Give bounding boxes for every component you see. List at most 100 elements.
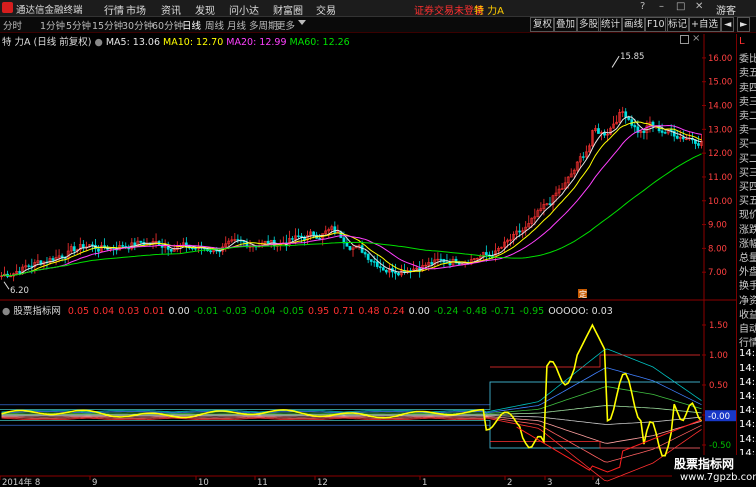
x-axis-label: 10 (198, 478, 209, 487)
side-panel-label[interactable]: 收益 (739, 306, 756, 321)
side-panel-label[interactable]: 换手 (739, 277, 756, 292)
side-panel-label[interactable]: 涨幅 (739, 235, 756, 250)
channel-line (0, 381, 700, 410)
price-tick-label: 9.00 (708, 221, 727, 231)
candle-body (360, 245, 364, 253)
side-panel-label[interactable]: 14:59 (739, 405, 756, 416)
candle-body (697, 143, 700, 146)
watermark-url: www.7gpzb.com (680, 472, 756, 483)
candle-body (363, 252, 367, 255)
candle-body (369, 259, 373, 262)
side-panel-label[interactable]: 买一 (739, 135, 756, 150)
side-panel-label[interactable]: 行情 (739, 334, 756, 349)
candle-body (72, 246, 76, 252)
ma60-line (1, 153, 702, 277)
candle-body (675, 135, 679, 139)
price-tick-label: 15.00 (708, 78, 732, 88)
candle-body (194, 248, 197, 250)
candle-body (121, 245, 125, 247)
x-axis-label: 3 (547, 478, 552, 487)
indicator-tick-label: 1.00 (709, 351, 728, 361)
candle-body (372, 261, 376, 263)
candle-body (133, 242, 137, 246)
side-panel-label[interactable]: 14:59 (739, 419, 756, 430)
watermark-title: 股票指标网 (674, 457, 735, 471)
oscillator-line (1, 323, 703, 457)
channel-line (0, 424, 700, 449)
indicator-tick-label: 0.50 (709, 381, 728, 391)
candle-body (439, 258, 443, 261)
candle-body (627, 116, 631, 120)
event-marker-label: 定 (579, 289, 587, 299)
candle-body (366, 253, 370, 260)
indicator-band-line (1, 367, 702, 414)
side-panel-label[interactable]: 买五 (739, 192, 756, 207)
candle-body (81, 244, 85, 248)
indicator-tick-label: -0.50 (709, 441, 731, 451)
candle-body (548, 203, 552, 205)
side-panel-label[interactable]: 委比 (739, 50, 756, 65)
quote-side-panel: L 委比 卖五 卖四 卖三 卖二 卖一 买一 买二 买三 买四 买五 现价 涨跌 涨幅 总量 外盘 换手 净资 收益自… (736, 34, 756, 487)
candle-body (209, 250, 212, 253)
candle-body (312, 231, 315, 236)
candle-body (397, 272, 400, 276)
side-panel-label[interactable]: 14:59 (739, 434, 756, 445)
side-panel-label[interactable]: 买二 (739, 150, 756, 165)
side-panel-label[interactable]: 买三 (739, 164, 756, 179)
candle-body (430, 262, 434, 265)
side-panel-label[interactable]: 卖五 (739, 64, 756, 79)
x-axis-label: 2014年 8 (2, 477, 40, 487)
ma5-line (1, 116, 702, 277)
high-price-label: 15.85 (620, 52, 644, 62)
side-panel-label[interactable]: 外盘 (739, 263, 756, 278)
x-axis-label: 12 (317, 478, 328, 487)
candle-body (394, 271, 397, 274)
candle-body (348, 246, 352, 250)
price-tick-label: 10.00 (708, 197, 732, 207)
x-axis-label: 4 (595, 478, 600, 487)
candle-body (681, 136, 685, 140)
side-panel-label[interactable]: 卖四 (739, 79, 756, 94)
current-value-label: -0.00 (708, 412, 730, 422)
high-pointer (611, 55, 620, 68)
ma10-line (1, 121, 702, 277)
price-tick-label: 14.00 (708, 102, 732, 112)
side-panel-label[interactable]: 14:59 (739, 348, 756, 359)
indicator-band-line (1, 416, 702, 463)
channel-line (0, 420, 700, 449)
candle-body (597, 128, 600, 134)
side-panel-label[interactable]: 买四 (739, 178, 756, 193)
candle-body (297, 235, 300, 237)
side-panel-label[interactable]: 卖二 (739, 107, 756, 122)
candle-body (291, 238, 294, 240)
price-tick-label: 7.00 (708, 268, 727, 278)
side-panel-label[interactable]: 现价 (739, 206, 756, 221)
side-panel-label[interactable]: 涨跌 (739, 221, 756, 236)
candle-body (375, 261, 379, 267)
side-panel-label[interactable]: 卖一 (739, 121, 756, 136)
side-panel-label[interactable]: 14:59 (739, 391, 756, 402)
candle-body (169, 249, 173, 252)
price-chart[interactable]: 6.2015.85定 16.0015.0014.0013.0012.0011.0… (0, 0, 756, 487)
low-price-label: 6.20 (10, 286, 29, 296)
candle-body (624, 111, 628, 118)
candle-body (139, 240, 143, 243)
candle-body (51, 258, 55, 261)
candle-body (318, 238, 322, 240)
side-panel-label[interactable]: 自动 (739, 320, 756, 335)
side-panel-label[interactable]: 净资 (739, 292, 756, 307)
side-panel-label[interactable]: L (739, 36, 745, 47)
side-panel-label[interactable]: 14:59 (739, 377, 756, 388)
candle-body (218, 250, 222, 253)
side-panel-label[interactable]: 卖三 (739, 93, 756, 108)
price-tick-label: 11.00 (708, 173, 732, 183)
x-axis-label: 1 (422, 478, 427, 487)
candle-body (384, 269, 388, 273)
price-tick-label: 13.00 (708, 125, 732, 135)
candle-body (663, 132, 667, 134)
candle-body (381, 267, 385, 271)
channel-line (0, 381, 700, 406)
candle-body (518, 230, 522, 233)
side-panel-label[interactable]: 总量 (739, 249, 756, 264)
side-panel-label[interactable]: 14:59 (739, 363, 756, 374)
